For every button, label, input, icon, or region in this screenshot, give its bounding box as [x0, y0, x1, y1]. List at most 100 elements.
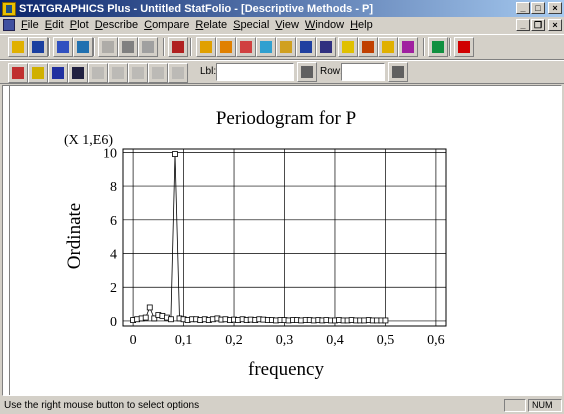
- chart-title: Periodogram for P: [216, 108, 356, 129]
- analysis-6-icon: [300, 41, 312, 53]
- assistant-icon: [432, 41, 444, 53]
- cut-icon: [102, 41, 114, 53]
- find-row-button[interactable]: [388, 62, 408, 82]
- data-point: [382, 317, 389, 324]
- toolbar-sep-4: [190, 38, 192, 56]
- x-tick-label: 0,1: [175, 333, 193, 348]
- minimize-button[interactable]: _: [516, 2, 530, 14]
- x-tick-label: 0: [130, 333, 137, 348]
- y-axis-label: Ordinate: [64, 203, 85, 269]
- title-bar: STATGRAPHICS Plus - Untitled StatFolio -…: [0, 0, 564, 17]
- pane-1-button[interactable]: [8, 63, 28, 83]
- document-pane[interactable]: Periodogram for P (X 1,E6) frequency Ord…: [2, 85, 562, 396]
- analysis-1-icon: [200, 41, 212, 53]
- pane-6-icon: [112, 67, 124, 79]
- row-input[interactable]: [341, 63, 385, 81]
- toolbar-sep-5: [423, 38, 425, 56]
- open-folder-button[interactable]: [8, 37, 28, 57]
- lbl-label: Lbl:: [200, 66, 217, 77]
- print-button[interactable]: [168, 37, 188, 57]
- analysis-8-icon: [402, 41, 414, 53]
- grid-button[interactable]: [358, 37, 378, 57]
- analysis-2-button[interactable]: [216, 37, 236, 57]
- assistant-button[interactable]: [428, 37, 448, 57]
- series-line: [133, 154, 386, 321]
- statfolio-icon: [77, 41, 89, 53]
- status-text: Use the right mouse button to select opt…: [4, 400, 200, 411]
- menu-window[interactable]: Window: [302, 19, 347, 31]
- analysis-5-button[interactable]: [276, 37, 296, 57]
- doc-restore-button[interactable]: ❐: [531, 19, 545, 31]
- statfolio-button[interactable]: [73, 37, 93, 57]
- y-tick-label: 0: [110, 315, 117, 330]
- pane-3-button[interactable]: [48, 63, 68, 83]
- pane-9-button: [168, 63, 188, 83]
- pane-1-icon: [12, 67, 24, 79]
- y-tick-label: 8: [110, 180, 117, 195]
- y-tick-label: 6: [110, 214, 117, 229]
- pane-2-button[interactable]: [28, 63, 48, 83]
- find-label-button[interactable]: [297, 62, 317, 82]
- menu-plot[interactable]: Plot: [67, 19, 92, 31]
- analysis-5-icon: [280, 41, 292, 53]
- cut-button: [98, 37, 118, 57]
- close-button[interactable]: ×: [548, 2, 562, 14]
- data-point: [172, 151, 178, 157]
- analysis-3-button[interactable]: [236, 37, 256, 57]
- doc-minimize-button[interactable]: _: [516, 19, 530, 31]
- pane-4-button[interactable]: [68, 63, 88, 83]
- help-button[interactable]: [454, 37, 474, 57]
- paste-button[interactable]: [138, 37, 158, 57]
- x-tick-label: 0,5: [377, 333, 395, 348]
- toolbar-sep-6: [449, 38, 451, 56]
- pane-4-icon: [72, 67, 84, 79]
- datasheet-icon: [57, 41, 69, 53]
- help-icon: [458, 41, 470, 53]
- pane-8-icon: [152, 67, 164, 79]
- chart-button[interactable]: [338, 37, 358, 57]
- x-tick-label: 0,6: [427, 333, 445, 348]
- document-icon[interactable]: [3, 19, 15, 31]
- periodogram-chart: Periodogram for P (X 1,E6) frequency Ord…: [64, 108, 447, 380]
- pane-5-button: [88, 63, 108, 83]
- menu-help[interactable]: Help: [347, 19, 376, 31]
- histogram-icon: [382, 41, 394, 53]
- doc-close-button[interactable]: ×: [548, 19, 562, 31]
- binoculars-icon: [392, 66, 404, 78]
- y-tick-label: 2: [110, 281, 117, 296]
- menu-file[interactable]: File: [18, 19, 42, 31]
- paste-icon: [142, 41, 154, 53]
- analysis-7-button[interactable]: [316, 37, 336, 57]
- copy-button[interactable]: [118, 37, 138, 57]
- analysis-4-button[interactable]: [256, 37, 276, 57]
- toolbar-sep-2: [93, 38, 95, 56]
- analysis-6-button[interactable]: [296, 37, 316, 57]
- pane-7-icon: [132, 67, 144, 79]
- menu-bar: File Edit Plot Describe Compare Relate S…: [0, 17, 564, 33]
- save-button[interactable]: [28, 37, 48, 57]
- toolbar-sep-3: [163, 38, 165, 56]
- grid-icon: [362, 41, 374, 53]
- data-point: [168, 316, 174, 323]
- row-label: Row:: [320, 66, 343, 77]
- analysis-8-button[interactable]: [398, 37, 418, 57]
- menu-view[interactable]: View: [272, 19, 302, 31]
- pane-9-icon: [172, 67, 184, 79]
- statgraphics-app-icon[interactable]: [2, 1, 16, 16]
- menu-special[interactable]: Special: [230, 19, 272, 31]
- binoculars-icon: [301, 66, 313, 78]
- open-folder-icon: [12, 41, 24, 53]
- menu-edit[interactable]: Edit: [42, 19, 67, 31]
- menu-relate[interactable]: Relate: [192, 19, 230, 31]
- save-icon: [32, 41, 44, 53]
- analysis-1-button[interactable]: [196, 37, 216, 57]
- x-tick-label: 0,3: [276, 333, 294, 348]
- pane-5-icon: [92, 67, 104, 79]
- toolbar-sep-1: [48, 38, 50, 56]
- menu-describe[interactable]: Describe: [92, 19, 141, 31]
- maximize-button[interactable]: □: [531, 2, 545, 14]
- lbl-input[interactable]: [216, 63, 294, 81]
- menu-compare[interactable]: Compare: [141, 19, 192, 31]
- histogram-button[interactable]: [378, 37, 398, 57]
- datasheet-button[interactable]: [53, 37, 73, 57]
